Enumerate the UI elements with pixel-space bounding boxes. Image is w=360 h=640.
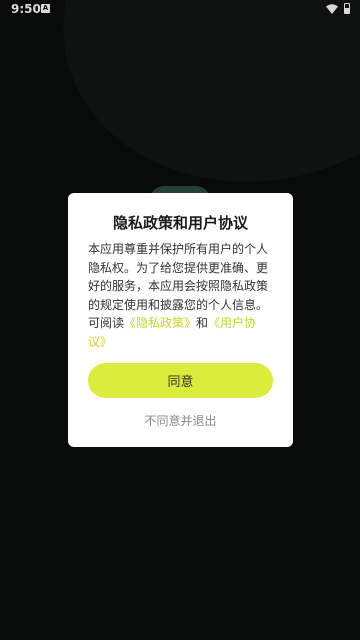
agree-button[interactable]: 同意 — [88, 363, 273, 398]
dialog-title: 隐私政策和用户协议 — [112, 214, 248, 232]
app-screen: 9:50 A 隐私政策和用户协议 本应用尊重并保护所有用户的个人隐私权。为了给您… — [0, 0, 360, 640]
conjunction-text: 和 — [196, 316, 209, 330]
decline-and-exit-button[interactable]: 不同意并退出 — [68, 412, 293, 429]
dialog-body: 本应用尊重并保护所有用户的个人隐私权。为了给您提供更准确、更好的服务，本应用会按… — [88, 240, 274, 351]
privacy-policy-link[interactable]: 《隐私政策》 — [124, 316, 196, 330]
privacy-dialog: 隐私政策和用户协议 本应用尊重并保护所有用户的个人隐私权。为了给您提供更准确、更… — [68, 193, 293, 447]
